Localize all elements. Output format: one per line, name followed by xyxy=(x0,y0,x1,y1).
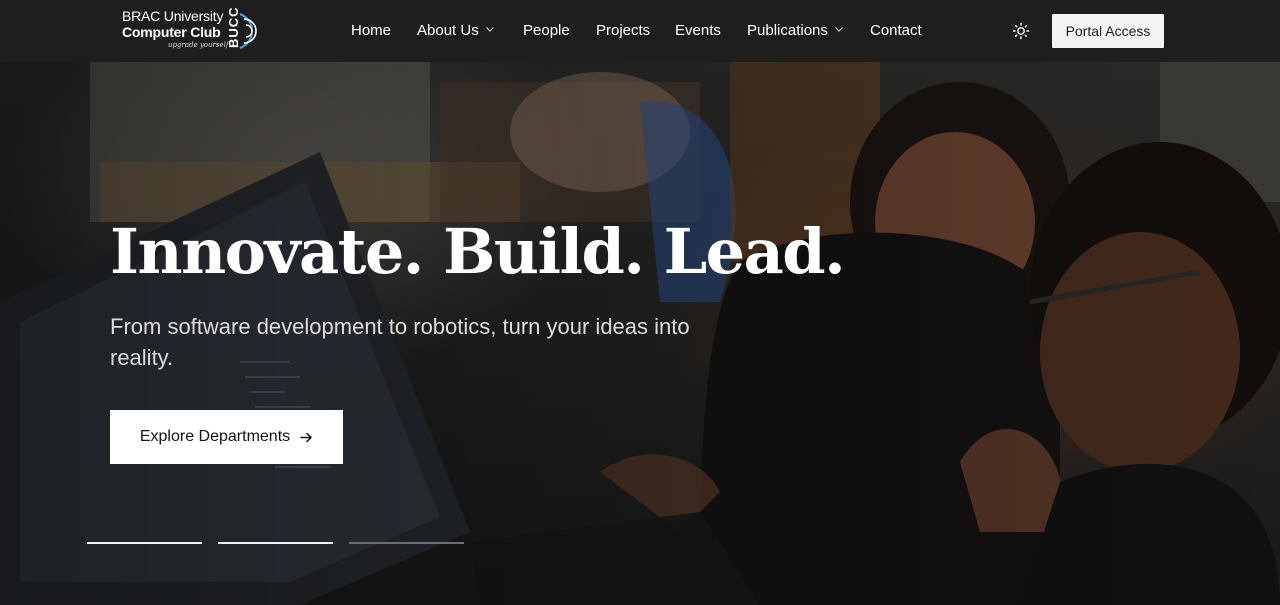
nav-label: People xyxy=(523,22,570,39)
nav-item-events[interactable]: Events xyxy=(675,21,721,41)
nav-label: Publications xyxy=(747,22,828,39)
logo-line-university: BRAC University xyxy=(122,8,224,24)
nav-label: Home xyxy=(351,22,392,39)
nav-item-about-us[interactable]: About Us xyxy=(417,21,495,41)
logo-text: BRAC University Computer Club upgrade yo… xyxy=(122,8,228,49)
nav-item-publications[interactable]: Publications xyxy=(747,21,844,41)
nav-label: About Us xyxy=(417,22,479,39)
nav-item-contact[interactable]: Contact xyxy=(870,21,922,41)
top-navbar: BRAC University Computer Club upgrade yo… xyxy=(0,0,1280,62)
arrow-right-icon xyxy=(300,432,312,442)
hero-section: Innovate. Build. Lead. From software dev… xyxy=(0,62,1280,605)
slide-indicator-1[interactable] xyxy=(87,542,202,544)
logo-mark-text: BUCC xyxy=(226,6,241,48)
nav-item-projects[interactable]: Projects xyxy=(596,21,650,41)
nav-label: Contact xyxy=(870,22,922,39)
slide-indicator-2[interactable] xyxy=(218,542,333,544)
explore-departments-button[interactable]: Explore Departments xyxy=(110,410,343,464)
nav-label: Projects xyxy=(596,22,651,39)
nav-label: Events xyxy=(675,22,721,39)
portal-access-button[interactable]: Portal Access xyxy=(1052,14,1164,48)
logo-tagline: upgrade yourself xyxy=(168,41,229,49)
logo-line-club: Computer Club xyxy=(122,24,221,40)
nav-item-home[interactable]: Home xyxy=(351,21,391,41)
sun-icon[interactable] xyxy=(1012,22,1030,40)
cta-label: Explore Departments xyxy=(139,428,291,445)
hero-title: Innovate. Build. Lead. xyxy=(110,215,846,288)
bucc-logo[interactable]: BRAC University Computer Club upgrade yo… xyxy=(122,6,262,54)
slide-indicator-3[interactable] xyxy=(349,542,464,544)
nav-item-people[interactable]: People xyxy=(523,21,570,41)
chevron-down-icon xyxy=(834,27,843,32)
hero-subtitle: From software development to robotics, t… xyxy=(110,314,690,370)
chevron-down-icon xyxy=(485,27,494,32)
